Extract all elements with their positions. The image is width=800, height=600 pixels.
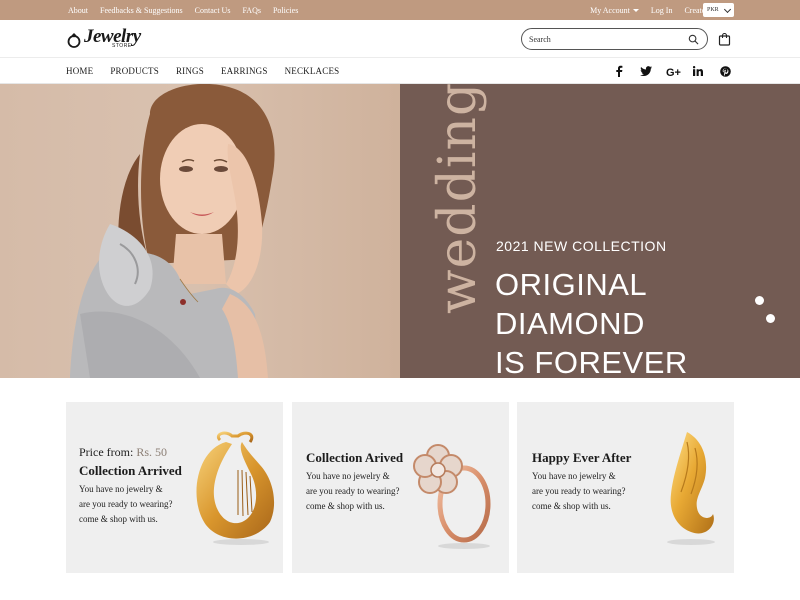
card-line: come & shop with us. bbox=[79, 514, 158, 524]
promo-card-2[interactable]: Collection Arived You have no jewelry & … bbox=[292, 402, 509, 573]
faqs-link[interactable]: FAQs bbox=[242, 6, 261, 15]
header: Jewelry STORE bbox=[0, 20, 800, 58]
caret-down-icon bbox=[632, 9, 639, 13]
policies-link[interactable]: Policies bbox=[273, 6, 298, 15]
top-links: About Feedbacks & Suggestions Contact Us… bbox=[68, 0, 298, 20]
card-line: are you ready to wearing? bbox=[79, 499, 173, 509]
my-account-label: My Account bbox=[590, 5, 630, 15]
flower-ring-image bbox=[413, 444, 491, 549]
slide-dot-1[interactable] bbox=[755, 296, 764, 305]
card-title: Collection Arrived bbox=[79, 463, 182, 478]
search-icon[interactable] bbox=[688, 34, 699, 45]
login-link[interactable]: Log In bbox=[651, 6, 673, 15]
card-title: Happy Ever After bbox=[532, 450, 632, 465]
nav-necklaces[interactable]: NECKLACES bbox=[285, 66, 340, 76]
card-line: are you ready to wearing? bbox=[532, 486, 626, 496]
slide-dot-2[interactable] bbox=[766, 314, 775, 323]
card-line: come & shop with us. bbox=[532, 501, 611, 511]
hero-title-line-1: ORIGINAL bbox=[495, 267, 648, 302]
linkedin-icon[interactable] bbox=[691, 64, 705, 78]
hero-model-image bbox=[0, 84, 400, 378]
nav-home[interactable]: HOME bbox=[66, 66, 93, 76]
card-body: You have no jewelry & are you ready to w… bbox=[532, 469, 625, 514]
promo-card-3[interactable]: Happy Ever After You have no jewelry & a… bbox=[517, 402, 734, 573]
card-body: You have no jewelry & are you ready to w… bbox=[79, 482, 172, 527]
card-title: Collection Arived bbox=[306, 450, 404, 465]
hero-eyebrow: 2021 NEW COLLECTION bbox=[496, 238, 667, 254]
ring-logo-icon bbox=[67, 33, 81, 48]
shopping-bag-icon[interactable] bbox=[718, 32, 731, 46]
nav-products[interactable]: PRODUCTS bbox=[110, 66, 159, 76]
card-line: come & shop with us. bbox=[306, 501, 385, 511]
card-line: You have no jewelry & bbox=[306, 471, 390, 481]
logo[interactable]: Jewelry STORE bbox=[66, 26, 148, 52]
price-line: Price from: Rs. 50 bbox=[79, 445, 167, 460]
card-line: are you ready to wearing? bbox=[306, 486, 400, 496]
logo-subtext: STORE bbox=[112, 43, 132, 49]
promo-card-1[interactable]: Price from: Rs. 50 Collection Arrived Yo… bbox=[66, 402, 283, 573]
contact-link[interactable]: Contact Us bbox=[195, 6, 231, 15]
price-value: Rs. 50 bbox=[136, 445, 168, 459]
card-line: You have no jewelry & bbox=[79, 484, 163, 494]
pinterest-icon[interactable] bbox=[718, 64, 732, 78]
nav-earrings[interactable]: EARRINGS bbox=[221, 66, 268, 76]
hero-title-line-3: IS FOREVER bbox=[495, 345, 688, 380]
feedback-link[interactable]: Feedbacks & Suggestions bbox=[100, 6, 183, 15]
twitter-icon[interactable] bbox=[639, 64, 653, 78]
card-body: You have no jewelry & are you ready to w… bbox=[306, 469, 399, 514]
nav-items: HOME PRODUCTS RINGS EARRINGS NECKLACES bbox=[66, 58, 339, 84]
currency-select[interactable]: PKR bbox=[703, 3, 734, 17]
search-input[interactable] bbox=[529, 34, 679, 44]
main-nav: HOME PRODUCTS RINGS EARRINGS NECKLACES G… bbox=[0, 58, 800, 84]
my-account-dropdown[interactable]: My Account bbox=[590, 6, 639, 15]
hero-banner: wedding 2021 NEW COLLECTION ORIGINAL DIA… bbox=[0, 81, 800, 380]
currency-value: PKR bbox=[707, 7, 719, 13]
model-illustration bbox=[70, 84, 275, 378]
hero-vertical-text: wedding bbox=[428, 81, 488, 314]
price-prefix: Price from: bbox=[79, 445, 134, 459]
search-box bbox=[521, 28, 708, 50]
chevron-down-icon bbox=[723, 5, 732, 14]
nav-rings[interactable]: RINGS bbox=[176, 66, 204, 76]
google-plus-icon[interactable]: G+ bbox=[665, 64, 683, 78]
card-line: You have no jewelry & bbox=[532, 471, 616, 481]
facebook-icon[interactable] bbox=[612, 64, 626, 78]
svg-text:G+: G+ bbox=[666, 67, 681, 77]
top-bar: About Feedbacks & Suggestions Contact Us… bbox=[0, 0, 800, 20]
about-link[interactable]: About bbox=[68, 6, 88, 15]
hoop-earring-image bbox=[196, 431, 275, 545]
hero-title-line-2: DIAMOND bbox=[495, 306, 645, 341]
hero-title: ORIGINAL DIAMOND IS FOREVER bbox=[495, 265, 688, 382]
gold-pendant-image bbox=[667, 432, 715, 545]
